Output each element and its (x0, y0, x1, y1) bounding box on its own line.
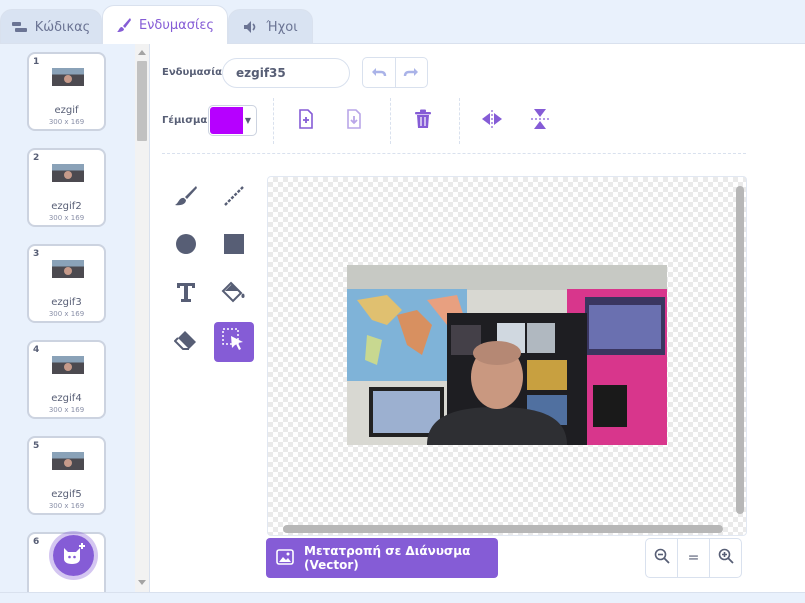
zoom-out-button[interactable] (646, 539, 677, 577)
costume-size: 300 x 169 (48, 118, 85, 126)
convert-to-vector-button[interactable]: Μετατροπή σε Διάνυσμα (Vector) (266, 538, 498, 578)
undo-button[interactable] (363, 58, 395, 87)
costume-bitmap-image[interactable] (347, 265, 667, 445)
rectangle-icon (223, 233, 245, 259)
costume-name-label: Ενδυμασία (162, 67, 223, 78)
zoom-controls: = (645, 538, 742, 578)
costume-size: 300 x 169 (48, 214, 85, 222)
toolbar-divider-horizontal (162, 153, 746, 154)
copy-button[interactable] (293, 108, 319, 134)
costume-thumbnail (52, 68, 84, 86)
trash-icon (414, 109, 432, 133)
scroll-up-arrow-icon[interactable] (138, 50, 146, 55)
text-tool[interactable] (166, 274, 206, 314)
costume-number: 6 (33, 537, 40, 547)
dropdown-caret-icon: ▼ (244, 116, 251, 125)
line-icon (223, 185, 245, 211)
costume-item[interactable]: 4 ezgif4 300 x 169 (27, 340, 106, 419)
choose-costume-button[interactable] (49, 531, 98, 580)
fill-tool[interactable] (214, 274, 254, 314)
costume-number: 5 (33, 441, 40, 451)
paintbrush-icon (116, 17, 132, 33)
costume-name: ezgif3 (51, 297, 82, 308)
brush-icon (174, 184, 198, 212)
toolbar-divider (459, 98, 460, 144)
zoom-in-icon (718, 548, 734, 568)
costume-item[interactable]: 2 ezgif2 300 x 169 (27, 148, 106, 227)
select-icon (222, 328, 246, 356)
costume-list: 1 ezgif 300 x 169 2 ezgif2 300 x 169 3 e… (0, 44, 150, 592)
costume-size: 300 x 169 (48, 406, 85, 414)
costume-name: ezgif4 (51, 393, 82, 404)
paste-button[interactable] (341, 108, 367, 134)
costume-name-input[interactable]: ezgif35 (222, 58, 350, 88)
zoom-reset-button[interactable]: = (677, 539, 709, 577)
undo-icon (371, 63, 387, 82)
costume-name: ezgif (54, 105, 79, 116)
costume-name: ezgif5 (51, 489, 82, 500)
costume-size: 300 x 169 (48, 502, 85, 510)
brush-tool[interactable] (166, 178, 206, 218)
costume-number: 2 (33, 153, 40, 163)
canvas-vertical-scrollbar[interactable] (736, 186, 744, 514)
scroll-down-arrow-icon[interactable] (138, 580, 146, 585)
costume-item[interactable]: 1 ezgif 300 x 169 (27, 52, 106, 131)
flip-vertical-icon (531, 108, 549, 134)
zoom-in-button[interactable] (709, 539, 741, 577)
fill-color-swatch (210, 107, 243, 134)
circle-icon (175, 233, 197, 259)
rectangle-tool[interactable] (214, 226, 254, 266)
tab-code-label: Κώδικας (34, 19, 91, 35)
line-tool[interactable] (214, 178, 254, 218)
costume-list-scrollbar[interactable] (135, 44, 149, 592)
fill-label: Γέμισμα (162, 115, 208, 126)
select-tool[interactable] (214, 322, 254, 362)
toolbar-divider (273, 98, 274, 144)
code-blocks-icon (11, 21, 28, 33)
circle-tool[interactable] (166, 226, 206, 266)
canvas-horizontal-scrollbar[interactable] (283, 525, 723, 533)
costume-thumbnail (52, 356, 84, 374)
tab-costumes[interactable]: Ενδυμασίες (102, 5, 228, 44)
costume-thumbnail (52, 164, 84, 182)
tab-code[interactable]: Κώδικας (0, 9, 102, 44)
redo-icon (403, 63, 419, 82)
paste-icon (345, 109, 363, 133)
costume-number: 1 (33, 57, 40, 67)
image-icon (276, 548, 294, 568)
redo-button[interactable] (394, 58, 428, 87)
bottom-strip (0, 592, 805, 603)
copy-icon (297, 109, 315, 133)
costume-thumbnail (52, 260, 84, 278)
flip-vertical-button[interactable] (527, 108, 553, 134)
undo-redo-group (362, 57, 428, 88)
zoom-out-icon (654, 548, 670, 568)
scrollbar-thumb[interactable] (137, 61, 147, 141)
convert-to-vector-label: Μετατροπή σε Διάνυσμα (Vector) (304, 544, 471, 572)
tab-bar: Κώδικας Ενδυμασίες Ήχοι (0, 0, 805, 44)
text-icon (175, 281, 197, 307)
delete-button[interactable] (410, 108, 436, 134)
flip-horizontal-icon (481, 110, 503, 132)
toolbar-divider (390, 98, 391, 144)
fill-color-picker[interactable]: ▼ (208, 105, 257, 136)
tab-costumes-label: Ενδυμασίες (138, 17, 215, 33)
tab-sounds[interactable]: Ήχοι (228, 9, 313, 44)
zoom-reset-label: = (687, 550, 700, 566)
cat-plus-icon (61, 542, 87, 570)
costume-item[interactable]: 3 ezgif3 300 x 169 (27, 244, 106, 323)
costume-number: 3 (33, 249, 40, 259)
costume-number: 4 (33, 345, 40, 355)
costume-thumbnail (52, 452, 84, 470)
fill-icon (221, 280, 247, 308)
flip-horizontal-button[interactable] (479, 108, 505, 134)
costume-item[interactable]: 5 ezgif5 300 x 169 (27, 436, 106, 515)
eraser-tool[interactable] (166, 322, 206, 362)
speaker-icon (243, 20, 259, 34)
costume-size: 300 x 169 (48, 310, 85, 318)
costume-name: ezgif2 (51, 201, 82, 212)
tab-sounds-label: Ήχοι (266, 19, 298, 35)
eraser-icon (173, 329, 198, 355)
